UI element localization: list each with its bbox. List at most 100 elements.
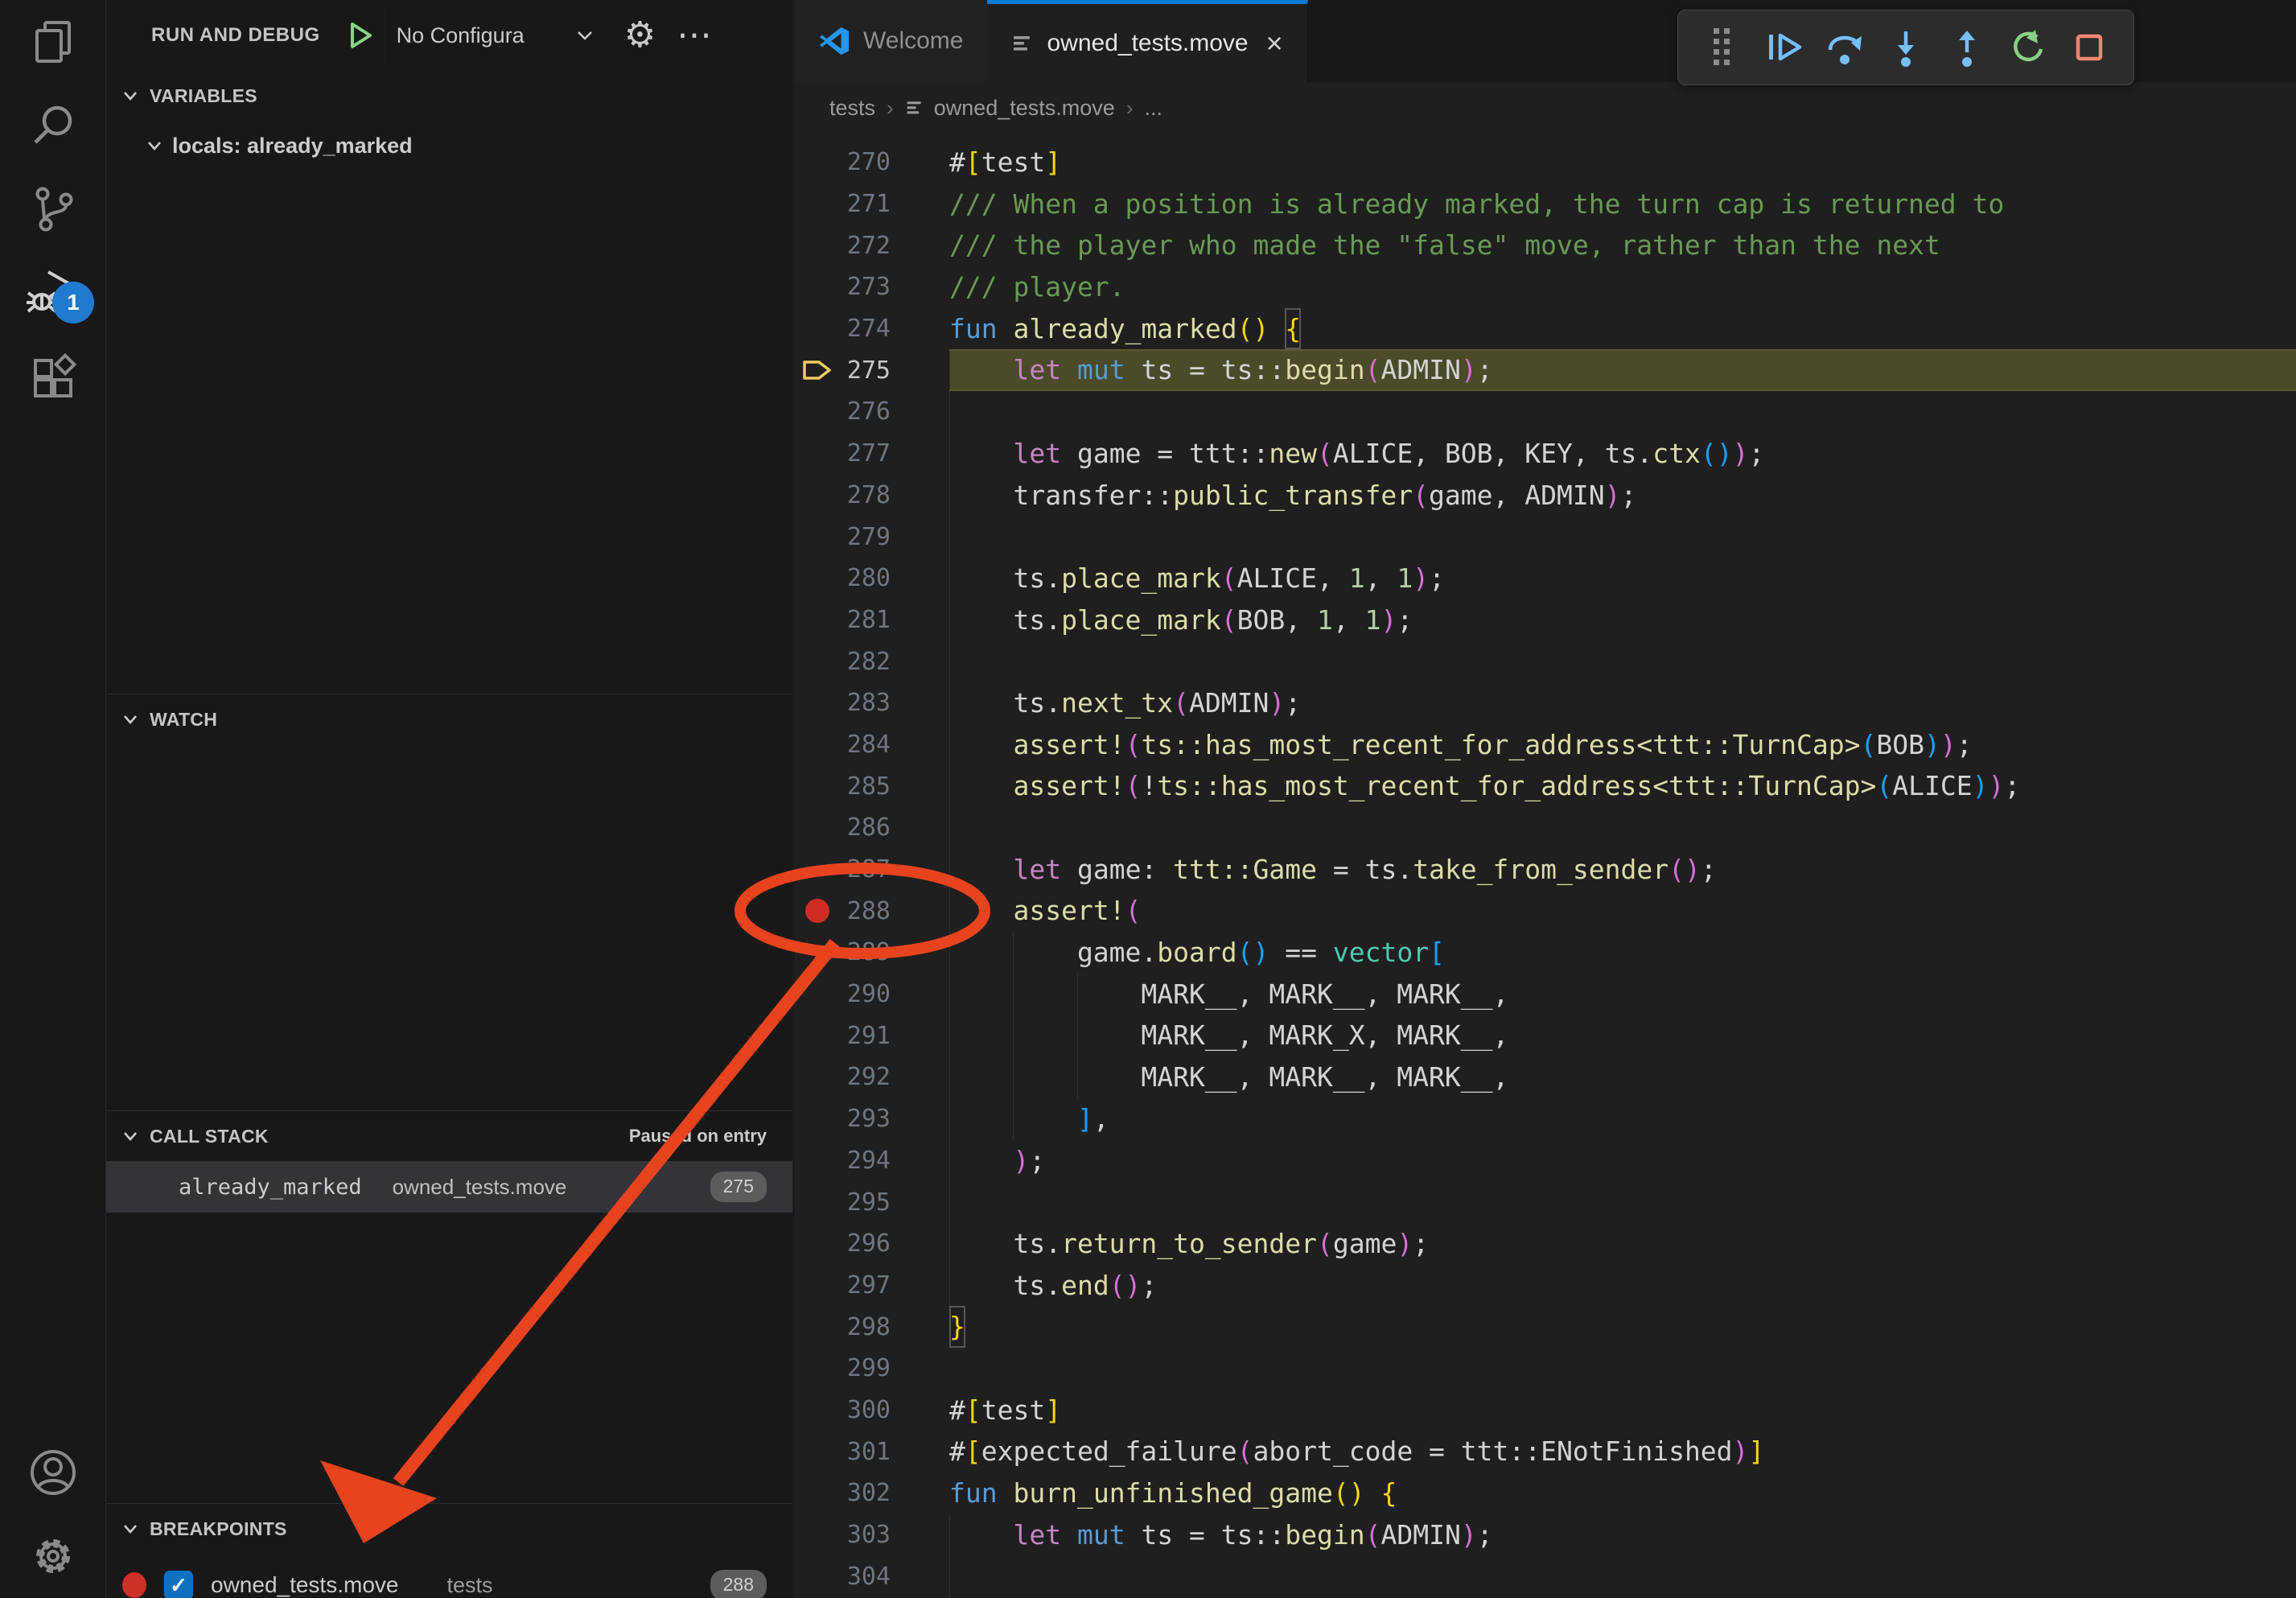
breakpoint-gutter[interactable] [794,1223,841,1265]
source-control-icon[interactable] [0,167,105,251]
code-line-301[interactable]: 301#[expected_failure(abort_code = ttt::… [794,1431,2296,1472]
breakpoint-gutter[interactable] [794,1265,841,1307]
code-line-text[interactable]: ts.end(); [949,1265,2296,1307]
code-line-275[interactable]: 275 let mut ts = ts::begin(ADMIN); [794,349,2296,391]
code-line-text[interactable] [949,516,2296,558]
code-line-text[interactable]: let mut ts = ts::begin(ADMIN); [949,349,2296,391]
code-line-288[interactable]: 288 assert!( [794,890,2296,932]
code-area[interactable]: 270#[test]271/// When a position is alre… [794,134,2296,1598]
breakpoint-item-row[interactable]: ✓ owned_tests.move tests 288 [106,1560,792,1598]
settings-gear-icon[interactable] [0,1514,105,1598]
breakpoint-gutter[interactable] [794,1098,841,1140]
code-line-295[interactable]: 295 [794,1181,2296,1223]
breadcrumb-tests[interactable]: tests [829,96,875,121]
code-line-text[interactable] [949,807,2296,849]
breakpoint-gutter[interactable] [794,932,841,974]
code-line-text[interactable]: let game: ttt::Game = ts.take_from_sende… [949,849,2296,891]
code-line-272[interactable]: 272/// the player who made the "false" m… [794,224,2296,266]
breakpoint-gutter[interactable] [794,1306,841,1348]
code-line-text[interactable]: #[test] [949,142,2296,183]
code-line-text[interactable]: fun burn_unfinished_game() { [949,1472,2296,1514]
code-line-290[interactable]: 290 MARK__, MARK__, MARK__, [794,974,2296,1015]
code-line-text[interactable]: ts.return_to_sender(game); [949,1223,2296,1265]
breakpoint-gutter[interactable] [794,516,841,558]
code-line-text[interactable]: ts.next_tx(ADMIN); [949,682,2296,724]
breakpoint-gutter[interactable] [794,849,841,891]
code-line-text[interactable]: MARK__, MARK_X, MARK__, [949,1015,2296,1056]
code-line-274[interactable]: 274fun already_marked() { [794,308,2296,350]
code-line-300[interactable]: 300#[test] [794,1390,2296,1431]
code-line-text[interactable]: let game = ttt::new(ALICE, BOB, KEY, ts.… [949,433,2296,475]
code-line-text[interactable]: #[expected_failure(abort_code = ttt::ENo… [949,1431,2296,1472]
restart-button[interactable] [2002,19,2055,76]
code-line-302[interactable]: 302fun burn_unfinished_game() { [794,1472,2296,1514]
code-line-text[interactable] [949,1555,2296,1597]
code-line-282[interactable]: 282 [794,640,2296,682]
code-line-270[interactable]: 270#[test] [794,142,2296,183]
close-icon[interactable]: × [1266,29,1283,58]
code-line-text[interactable]: ts.place_mark(ALICE, 1, 1); [949,558,2296,599]
breakpoint-gutter[interactable] [794,391,841,433]
code-line-text[interactable]: MARK__, MARK__, MARK__, [949,1056,2296,1098]
code-line-text[interactable] [949,640,2296,682]
breakpoint-gutter[interactable] [794,765,841,807]
current-line-arrow-icon[interactable] [794,349,841,391]
breakpoint-gutter[interactable] [794,142,841,183]
breakpoint-gutter[interactable] [794,1431,841,1472]
code-line-text[interactable]: ); [949,1140,2296,1182]
watch-header[interactable]: WATCH [106,694,792,744]
code-line-277[interactable]: 277 let game = ttt::new(ALICE, BOB, KEY,… [794,433,2296,475]
code-line-text[interactable]: fun already_marked() { [949,308,2296,350]
code-line-text[interactable]: assert!(!ts::has_most_recent_for_address… [949,765,2296,807]
tab-owned-tests-move[interactable]: owned_tests.move × [987,0,1307,82]
step-into-button[interactable] [1879,19,1932,76]
breakpoint-gutter[interactable] [794,1181,841,1223]
breakpoint-gutter[interactable] [794,640,841,682]
code-line-304[interactable]: 304 [794,1555,2296,1597]
code-line-296[interactable]: 296 ts.return_to_sender(game); [794,1223,2296,1265]
breakpoint-gutter[interactable] [794,558,841,599]
breakpoint-gutter[interactable] [794,1015,841,1056]
breakpoint-dot-icon[interactable] [794,890,841,932]
breakpoint-gutter[interactable] [794,1348,841,1390]
code-line-text[interactable]: ts.place_mark(BOB, 1, 1); [949,599,2296,641]
code-line-text[interactable] [949,1348,2296,1390]
breakpoint-gutter[interactable] [794,1056,841,1098]
code-line-text[interactable]: assert!( [949,890,2296,932]
code-line-text[interactable]: /// the player who made the "false" move… [949,224,2296,266]
code-line-text[interactable]: /// player. [949,266,2296,308]
extensions-icon[interactable] [0,335,105,418]
explorer-icon[interactable] [0,0,105,84]
code-line-294[interactable]: 294 ); [794,1140,2296,1182]
code-line-293[interactable]: 293 ], [794,1098,2296,1140]
code-line-text[interactable]: ], [949,1098,2296,1140]
breakpoint-gutter[interactable] [794,807,841,849]
breakpoint-gutter[interactable] [794,1140,841,1182]
code-line-279[interactable]: 279 [794,516,2296,558]
breakpoint-gutter[interactable] [794,266,841,308]
code-line-text[interactable]: transfer::public_transfer(game, ADMIN); [949,475,2296,517]
breakpoint-gutter[interactable] [794,974,841,1015]
breakpoint-gutter[interactable] [794,224,841,266]
code-line-281[interactable]: 281 ts.place_mark(BOB, 1, 1); [794,599,2296,641]
step-over-button[interactable] [1818,19,1871,76]
tab-welcome[interactable]: Welcome [794,0,987,82]
code-line-292[interactable]: 292 MARK__, MARK__, MARK__, [794,1056,2296,1098]
code-line-278[interactable]: 278 transfer::public_transfer(game, ADMI… [794,475,2296,517]
locals-scope-row[interactable]: locals: already_marked [106,121,792,171]
code-line-273[interactable]: 273/// player. [794,266,2296,308]
breakpoint-gutter[interactable] [794,1514,841,1556]
breakpoint-gutter[interactable] [794,1555,841,1597]
code-line-283[interactable]: 283 ts.next_tx(ADMIN); [794,682,2296,724]
code-line-287[interactable]: 287 let game: ttt::Game = ts.take_from_s… [794,849,2296,891]
breakpoints-header[interactable]: BREAKPOINTS [106,1504,792,1554]
breakpoint-gutter[interactable] [794,308,841,350]
code-line-text[interactable]: game.board() == vector[ [949,932,2296,974]
code-line-text[interactable]: MARK__, MARK__, MARK__, [949,974,2296,1015]
breadcrumb-file[interactable]: owned_tests.move [905,96,1115,121]
code-line-276[interactable]: 276 [794,391,2296,433]
breakpoint-gutter[interactable] [794,724,841,766]
code-line-284[interactable]: 284 assert!(ts::has_most_recent_for_addr… [794,724,2296,766]
code-line-text[interactable] [949,391,2296,433]
code-line-text[interactable]: /// When a position is already marked, t… [949,183,2296,225]
